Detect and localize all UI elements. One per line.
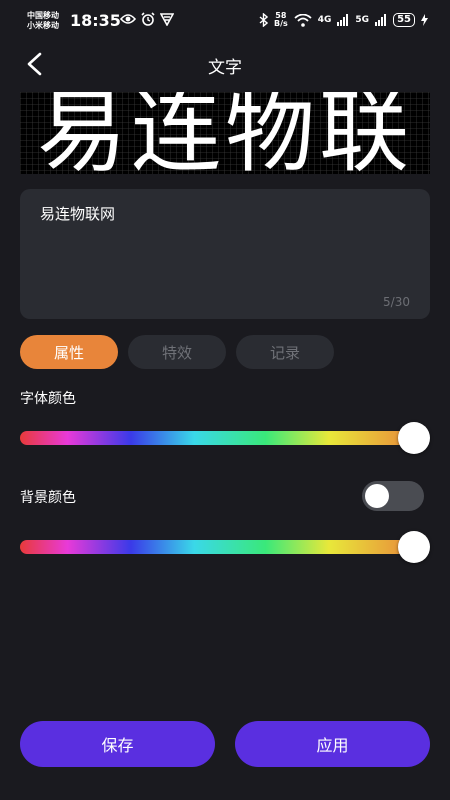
signal-bars-icon [337,14,349,26]
bluetooth-icon [259,13,268,27]
signal-bars-icon [375,14,387,26]
led-text: 易连物联 [37,92,413,174]
page-title: 文字 [208,58,242,78]
text-input-value[interactable]: 易连物联网 [40,203,115,224]
font-color-track[interactable] [20,431,416,445]
led-matrix: 易连物联 [20,92,430,174]
bg-color-track[interactable] [20,540,416,554]
bg-color-label: 背景颜色 [20,490,76,506]
tab-history[interactable]: 记录 [236,335,334,369]
font-color-slider[interactable] [20,422,430,454]
status-time: 18:35 [70,11,121,30]
bg-color-slider[interactable] [20,531,430,563]
signal-label-5g: 5G [355,15,370,25]
tab-bar: 属性 特效 记录 [20,335,334,369]
net-speed: 58 B/s [273,11,288,28]
bg-color-toggle[interactable] [362,481,424,511]
carrier-names: 中国移动 小米移动 [27,11,59,31]
tab-effects[interactable]: 特效 [128,335,226,369]
apply-button[interactable]: 应用 [235,721,430,767]
status-left-icons [120,12,174,26]
wifi-icon [294,13,312,27]
eye-icon [120,14,136,24]
tab-properties[interactable]: 属性 [20,335,118,369]
status-right-icons: 58 B/s 4G 5G 55 [259,12,428,28]
font-color-label: 字体颜色 [20,391,76,407]
toggle-knob [365,484,389,508]
font-color-knob[interactable] [398,422,430,454]
vpn-shield-icon [160,13,174,26]
status-bar: 中国移动 小米移动 18:35 58 B/s 4G 5G 55 [0,0,450,40]
carrier-2: 小米移动 [27,21,59,30]
char-counter: 5/30 [383,295,410,309]
charging-icon [421,14,428,26]
battery-indicator: 55 [393,13,415,27]
signal-label-4g: 4G [317,15,332,25]
nav-bar: 文字 [0,42,450,86]
led-preview: 易连物联 [20,92,430,174]
carrier-1: 中国移动 [27,11,59,20]
text-input[interactable]: 易连物联网 5/30 [20,189,430,319]
bg-color-knob[interactable] [398,531,430,563]
alarm-icon [141,12,155,26]
save-button[interactable]: 保存 [20,721,215,767]
